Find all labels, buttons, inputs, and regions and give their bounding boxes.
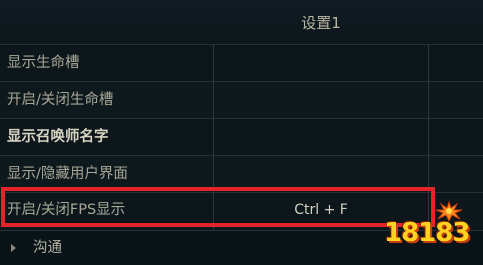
column-header-settings-1: 设置1 [301, 14, 341, 32]
table-row-show-summoner-names[interactable]: 显示召唤师名字 [0, 118, 483, 155]
table-header: 设置1 [0, 0, 483, 45]
column-divider [213, 44, 214, 230]
row-label: 开启/关闭生命槽 [7, 92, 114, 108]
section-label: 沟通 [33, 240, 62, 256]
row-label: 显示召唤师名字 [7, 129, 109, 145]
row-label: 开启/关闭FPS显示 [7, 202, 126, 218]
row-label: 显示/隐藏用户界面 [7, 166, 128, 182]
keybind-cell[interactable] [214, 156, 428, 192]
table-row-toggle-health-bars[interactable]: 开启/关闭生命槽 [0, 81, 483, 118]
keybind-cell[interactable] [214, 82, 428, 118]
keybind-cell[interactable] [214, 119, 428, 155]
expand-arrow-icon[interactable] [11, 244, 16, 252]
keybind-cell[interactable] [214, 45, 428, 81]
table-row-toggle-user-interface[interactable]: 显示/隐藏用户界面 [0, 155, 483, 192]
keybinding-settings-panel: 设置1 显示生命槽 开启/关闭生命槽 显示召唤师名字 显示/隐藏用户界面 开启/… [0, 0, 483, 265]
row-label: 显示生命槽 [7, 55, 80, 71]
watermark-logo: 18183 [378, 200, 483, 265]
table-row-show-health-bars[interactable]: 显示生命槽 [0, 44, 483, 81]
watermark-text: 18183 [384, 218, 470, 248]
